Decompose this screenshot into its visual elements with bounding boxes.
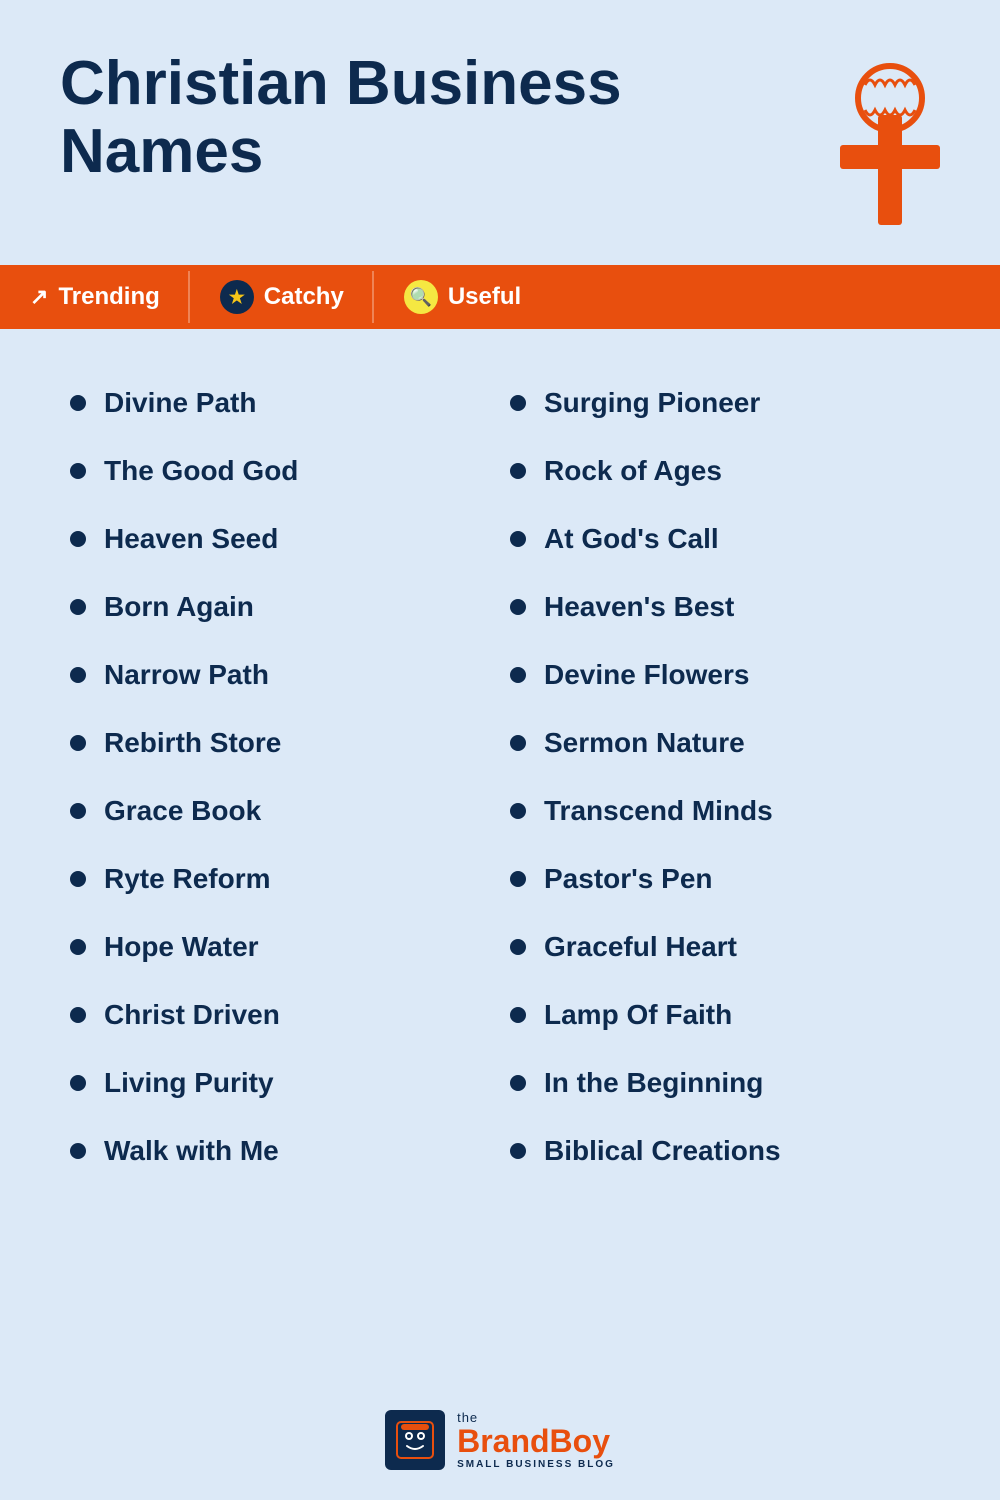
brand-name-label: BrandBoy bbox=[457, 1425, 615, 1457]
bullet-icon bbox=[510, 463, 526, 479]
name-text: Living Purity bbox=[104, 1067, 274, 1099]
name-text: Transcend Minds bbox=[544, 795, 773, 827]
tag-catchy[interactable]: ★ Catchy bbox=[190, 265, 374, 329]
list-item: Sermon Nature bbox=[500, 709, 940, 777]
page-title: Christian Business Names bbox=[60, 50, 640, 186]
list-item: Devine Flowers bbox=[500, 641, 940, 709]
name-text: Hope Water bbox=[104, 931, 259, 963]
name-text: Born Again bbox=[104, 591, 254, 623]
bullet-icon bbox=[70, 803, 86, 819]
list-item: Graceful Heart bbox=[500, 913, 940, 981]
brand-mascot-icon bbox=[385, 1410, 445, 1470]
name-text: Narrow Path bbox=[104, 659, 269, 691]
name-text: Heaven's Best bbox=[544, 591, 734, 623]
bullet-icon bbox=[510, 395, 526, 411]
bullet-icon bbox=[70, 735, 86, 751]
name-text: Christ Driven bbox=[104, 999, 280, 1031]
list-item: Heaven's Best bbox=[500, 573, 940, 641]
name-text: In the Beginning bbox=[544, 1067, 763, 1099]
bullet-icon bbox=[510, 667, 526, 683]
tag-trending-label: Trending bbox=[58, 283, 159, 311]
header: Christian Business Names bbox=[0, 0, 1000, 265]
list-item: Narrow Path bbox=[60, 641, 500, 709]
tag-useful-label: Useful bbox=[448, 283, 521, 311]
list-item: Rebirth Store bbox=[60, 709, 500, 777]
bullet-icon bbox=[510, 803, 526, 819]
name-text: Walk with Me bbox=[104, 1135, 279, 1167]
name-text: Heaven Seed bbox=[104, 523, 278, 555]
list-item: Christ Driven bbox=[60, 981, 500, 1049]
bullet-icon bbox=[510, 735, 526, 751]
list-item: Grace Book bbox=[60, 777, 500, 845]
name-text: Lamp Of Faith bbox=[544, 999, 732, 1031]
list-item: Biblical Creations bbox=[500, 1117, 940, 1185]
footer: the BrandBoy SMALL BUSINESS BLOG bbox=[0, 1390, 1000, 1500]
bullet-icon bbox=[70, 939, 86, 955]
brand-sub-label: SMALL BUSINESS BLOG bbox=[457, 1459, 615, 1470]
list-item: Born Again bbox=[60, 573, 500, 641]
tag-catchy-label: Catchy bbox=[264, 283, 344, 311]
list-item: Pastor's Pen bbox=[500, 845, 940, 913]
name-text: Sermon Nature bbox=[544, 727, 745, 759]
bullet-icon bbox=[510, 871, 526, 887]
bullet-icon bbox=[70, 1075, 86, 1091]
list-item: Heaven Seed bbox=[60, 505, 500, 573]
name-text: The Good God bbox=[104, 455, 298, 487]
name-text: Rock of Ages bbox=[544, 455, 722, 487]
name-text: Surging Pioneer bbox=[544, 387, 760, 419]
name-text: Grace Book bbox=[104, 795, 261, 827]
content: Divine Path The Good God Heaven Seed Bor… bbox=[0, 329, 1000, 1390]
tag-trending[interactable]: ↗ Trending bbox=[0, 265, 190, 329]
name-text: Pastor's Pen bbox=[544, 863, 713, 895]
brand-logo: the BrandBoy SMALL BUSINESS BLOG bbox=[385, 1410, 615, 1470]
cross-icon bbox=[810, 60, 940, 235]
bullet-icon bbox=[70, 1007, 86, 1023]
bullet-icon bbox=[70, 599, 86, 615]
bullet-icon bbox=[70, 1143, 86, 1159]
list-item: Divine Path bbox=[60, 369, 500, 437]
bullet-icon bbox=[510, 1007, 526, 1023]
list-item: At God's Call bbox=[500, 505, 940, 573]
bullet-icon bbox=[510, 1143, 526, 1159]
name-text: Divine Path bbox=[104, 387, 256, 419]
name-text: Devine Flowers bbox=[544, 659, 749, 691]
name-text: Biblical Creations bbox=[544, 1135, 781, 1167]
search-icon: 🔍 bbox=[404, 280, 438, 314]
bullet-icon bbox=[510, 1075, 526, 1091]
trending-icon: ↗ bbox=[30, 284, 48, 310]
name-text: At God's Call bbox=[544, 523, 719, 555]
left-column: Divine Path The Good God Heaven Seed Bor… bbox=[60, 369, 500, 1185]
bullet-icon bbox=[70, 531, 86, 547]
list-item: Rock of Ages bbox=[500, 437, 940, 505]
star-icon: ★ bbox=[220, 280, 254, 314]
bullet-icon bbox=[510, 531, 526, 547]
list-item: Ryte Reform bbox=[60, 845, 500, 913]
name-text: Ryte Reform bbox=[104, 863, 270, 895]
list-item: In the Beginning bbox=[500, 1049, 940, 1117]
tag-useful[interactable]: 🔍 Useful bbox=[374, 265, 551, 329]
bullet-icon bbox=[70, 395, 86, 411]
list-item: Hope Water bbox=[60, 913, 500, 981]
bullet-icon bbox=[70, 871, 86, 887]
tags-bar: ↗ Trending ★ Catchy 🔍 Useful bbox=[0, 265, 1000, 329]
right-column: Surging Pioneer Rock of Ages At God's Ca… bbox=[500, 369, 940, 1185]
bullet-icon bbox=[510, 599, 526, 615]
name-text: Rebirth Store bbox=[104, 727, 281, 759]
names-grid: Divine Path The Good God Heaven Seed Bor… bbox=[60, 369, 940, 1185]
list-item: Transcend Minds bbox=[500, 777, 940, 845]
list-item: Walk with Me bbox=[60, 1117, 500, 1185]
list-item: The Good God bbox=[60, 437, 500, 505]
list-item: Lamp Of Faith bbox=[500, 981, 940, 1049]
list-item: Living Purity bbox=[60, 1049, 500, 1117]
list-item: Surging Pioneer bbox=[500, 369, 940, 437]
bullet-icon bbox=[510, 939, 526, 955]
bullet-icon bbox=[70, 667, 86, 683]
name-text: Graceful Heart bbox=[544, 931, 737, 963]
brand-text: the BrandBoy SMALL BUSINESS BLOG bbox=[457, 1410, 615, 1470]
bullet-icon bbox=[70, 463, 86, 479]
